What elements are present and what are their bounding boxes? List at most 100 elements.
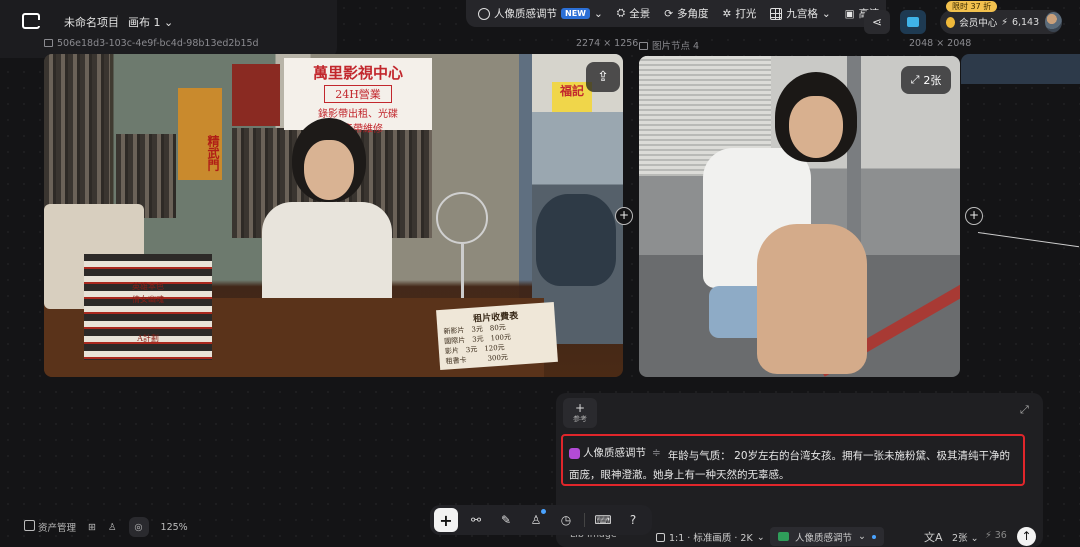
points-count: 6,143 [1011, 16, 1040, 28]
expand-panel-icon[interactable]: ⤢ [1020, 403, 1029, 417]
help-icon[interactable]: ? [621, 508, 645, 532]
plus-icon: + [574, 401, 586, 415]
tool-preset[interactable]: 人像质感调节 NEW ⌄ [478, 6, 603, 21]
asset-manager-label: 资产管理 [38, 523, 77, 534]
promo-badge: 限时 37 折 [946, 1, 998, 12]
node-2-id: 图片节点 4 [652, 41, 700, 52]
hd-icon: ▣ [844, 7, 855, 20]
preset-selector[interactable]: 人像质感调节 ⌄ [770, 527, 884, 546]
asset-manager-button[interactable]: 资产管理 [24, 520, 76, 534]
price-card: 租片收費表 新影片 3元 80元 國際片 3元 100元 影片 3元 120元 … [436, 301, 558, 371]
image-icon [44, 39, 53, 47]
count-label: 2张 [952, 533, 968, 544]
canvas-selector-label: 画布 1 [128, 16, 161, 29]
vip-label: 会员中心 [959, 18, 998, 29]
tape-label [88, 306, 208, 319]
add-connection-handle[interactable]: + [965, 207, 983, 225]
vip-center[interactable]: 会员中心 ⚡ 6,143 [940, 10, 1062, 34]
history-icon[interactable]: ◷ [554, 508, 578, 532]
share-button[interactable]: ⋖ [864, 10, 890, 34]
node-1-title[interactable]: 506e18d3-103c-4e9f-bc4d-98b13ed2b15d [44, 38, 259, 49]
girl-face [304, 140, 354, 200]
tape-label: A計劃 [137, 334, 159, 343]
grid-view-icon[interactable]: ⊞ [88, 522, 96, 533]
add-connection-handle[interactable]: + [615, 207, 633, 225]
add-reference-button[interactable]: + 参考 [563, 398, 597, 428]
scooter [536, 194, 616, 286]
adjust-icon: ≑ [652, 447, 661, 459]
image-preset-icon [778, 532, 789, 541]
preset-selector-label: 人像质感调节 [795, 532, 853, 544]
partial-node[interactable] [961, 54, 1080, 84]
credits-value: 36 [994, 530, 1007, 541]
girl-face [789, 96, 843, 158]
status-dot [871, 534, 876, 539]
grid-icon [770, 7, 783, 20]
chevron-down-icon: ⌄ [593, 7, 603, 20]
keyboard-icon[interactable]: ⌨ [591, 508, 615, 532]
chevron-down-icon: ⌄ [821, 7, 831, 20]
girl-legs [757, 224, 867, 374]
sign-line-2: 24H營業 [324, 85, 392, 103]
image-node-1[interactable]: 精武門 萬里影視中心 24H營業 錄影帶出租、光碟 錄音帶維修 福記 英雄本色 … [44, 54, 623, 377]
tool-panorama-label: 全景 [629, 8, 651, 20]
tool-multi-angle-label: 多角度 [677, 8, 709, 20]
tape-label: 英雄本色 [132, 282, 164, 291]
sidebar-icon [24, 520, 35, 531]
connection-edge [977, 232, 1080, 248]
avatar[interactable] [1045, 12, 1062, 32]
pen-icon[interactable]: ✎ [494, 508, 518, 532]
expand-icon: ⤢ [910, 73, 920, 86]
image-icon [639, 42, 648, 50]
canvas-selector[interactable]: 画布 1 ⌄ [128, 14, 173, 30]
sign-line-1: 萬里影視中心 [312, 64, 403, 82]
add-node-button[interactable]: + [434, 508, 458, 532]
image-node-2[interactable]: ⤢ 2张 [639, 56, 960, 377]
aspect-ratio-icon [656, 532, 665, 542]
ratio-selector[interactable]: 1:1 · 标准画质 · 2K ⌄ [656, 530, 765, 544]
character-icon[interactable]: ♙ [524, 508, 548, 532]
preset-icon [569, 448, 580, 459]
node-2-title[interactable]: 图片节点 4 [639, 38, 699, 52]
ratio-label: 1:1 · 标准画质 · 2K [669, 533, 753, 544]
node-1-size: 2274 × 1256 [576, 38, 639, 49]
send-button[interactable]: ↑ [1017, 527, 1036, 546]
tool-preset-label: 人像质感调节 [494, 8, 557, 20]
store-button[interactable] [900, 10, 926, 34]
upload-icon: ⇪ [597, 69, 609, 85]
store-icon [907, 17, 919, 27]
tool-nine-grid-label: 九宫格 [786, 8, 818, 20]
app-logo-icon[interactable] [22, 13, 41, 29]
tool-multi-angle[interactable]: ⟳ 多角度 [664, 6, 708, 21]
credits-cost: ⚡ 36 [985, 530, 1007, 541]
zoom-level[interactable]: 125% [161, 522, 188, 533]
sign-line-3: 錄影帶出租、光碟 [318, 109, 398, 120]
preset-tag[interactable]: 人像质感调节 ≑ [569, 444, 664, 463]
translate-button[interactable]: 文A [924, 529, 943, 545]
image-toolbar: 人像质感调节 NEW ⌄ ⛭全景 ⟳多角度 ✲打光 九宫格⌄ ▣高清 [466, 0, 886, 27]
bottom-left-controls: 资产管理 ⊞ ♙ ◎ 125% [24, 517, 188, 537]
electric-fan [436, 192, 488, 244]
project-title[interactable]: 未命名项目 [64, 14, 119, 30]
export-button[interactable]: ⇪ [586, 62, 620, 92]
poster [232, 64, 280, 126]
count-selector[interactable]: 2张 ⌄ [952, 530, 979, 544]
person-icon[interactable]: ♙ [108, 522, 117, 533]
chevron-down-icon: ⌄ [756, 531, 765, 543]
image-count-button[interactable]: ⤢ 2张 [901, 66, 951, 94]
workflow-icon[interactable]: ⚯ [464, 508, 488, 532]
divider [117, 15, 118, 27]
chevron-down-icon: ⌄ [858, 531, 866, 542]
canvas-toolbar: + ⚯ ✎ ♙ ◷ ⌨ ? [430, 505, 652, 535]
panorama-icon: ⛭ [616, 7, 626, 19]
tool-lighting-label: 打光 [735, 8, 757, 20]
tape-label [88, 319, 208, 332]
tape-label: 倩女幽魂 [132, 295, 164, 304]
tool-lighting[interactable]: ✲ 打光 [723, 6, 757, 21]
tool-panorama[interactable]: ⛭ 全景 [617, 6, 650, 21]
snap-icon[interactable]: ◎ [128, 517, 149, 537]
tool-nine-grid[interactable]: 九宫格 ⌄ [770, 6, 831, 21]
poster: 精武門 [178, 88, 222, 180]
prompt-input[interactable]: 人像质感调节 ≑ 年龄与气质： 20岁左右的台湾女孩。拥有一张未施粉黛、极其清纯… [561, 434, 1025, 486]
multi-angle-icon: ⟳ [664, 7, 674, 20]
